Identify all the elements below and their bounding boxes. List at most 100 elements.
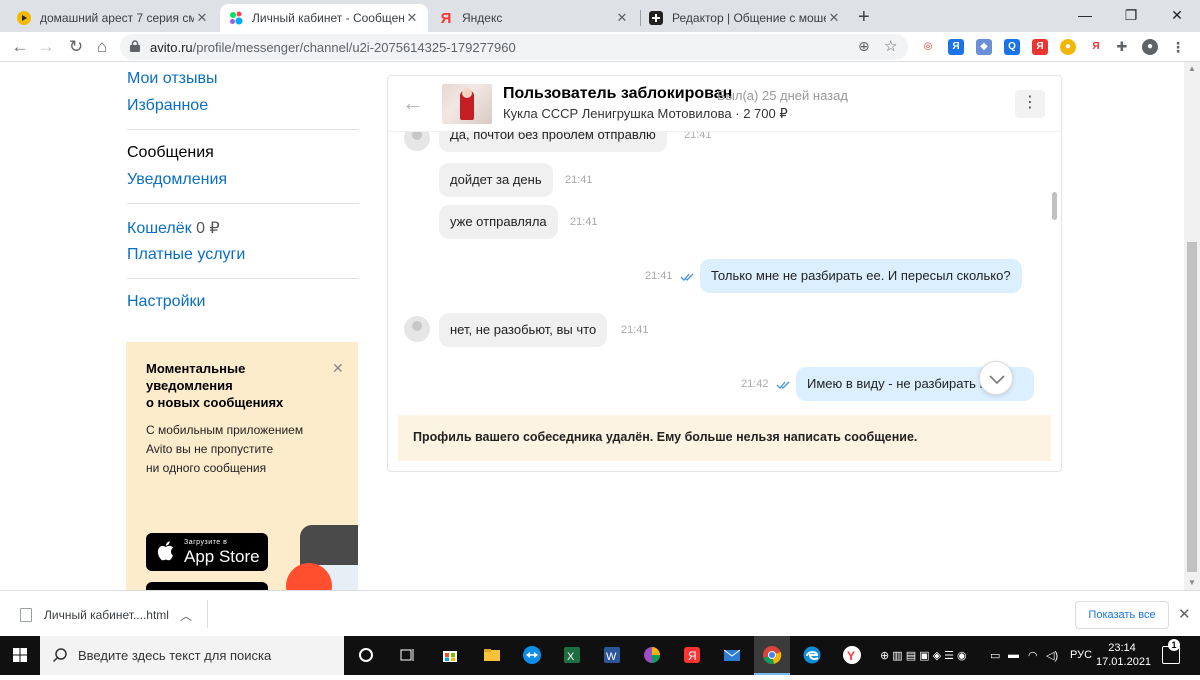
- chat-item-info[interactable]: Кукла СССР Ленигрушка Мотовилова · 2 700…: [503, 106, 788, 122]
- home-icon[interactable]: ⌂: [90, 35, 114, 59]
- blocked-profile-notice: Профиль вашего собеседника удалён. Ему б…: [398, 415, 1051, 461]
- language-indicator[interactable]: РУС: [1070, 649, 1092, 661]
- browser-menu-icon[interactable]: ⋮: [1170, 39, 1186, 55]
- message-time: 21:41: [621, 324, 649, 336]
- sidebar-item-paid-services[interactable]: Платные услуги: [127, 246, 245, 264]
- back-icon[interactable]: ←: [8, 35, 32, 59]
- new-tab-button[interactable]: +: [858, 6, 870, 29]
- bookmark-star-icon[interactable]: ☆: [884, 37, 897, 55]
- search-extension-icon[interactable]: Q: [1004, 39, 1020, 55]
- message-bubble-outgoing: Только мне не разбирать ее. И пересыл ск…: [700, 259, 1022, 293]
- teamviewer-icon[interactable]: [522, 645, 542, 665]
- yandex-mail-extension-icon[interactable]: Я: [1088, 39, 1104, 55]
- message-time: 21:41: [565, 174, 593, 186]
- item-price: 2 700 ₽: [743, 106, 788, 121]
- sidebar-item-wallet[interactable]: Кошелёк 0 ₽: [127, 218, 220, 238]
- tab-video[interactable]: домашний арест 7 серия смотр ✕: [8, 4, 218, 32]
- download-file-name[interactable]: Личный кабинет....html: [44, 608, 169, 622]
- network-icon[interactable]: ▭: [990, 649, 1000, 662]
- restore-icon[interactable]: ❐: [1108, 2, 1154, 30]
- extensions-puzzle-icon[interactable]: ✚: [1114, 39, 1130, 55]
- file-explorer-icon[interactable]: [482, 645, 502, 665]
- sidebar-item-settings[interactable]: Настройки: [127, 293, 205, 311]
- app-store-button[interactable]: Загрузите в App Store: [146, 533, 268, 571]
- back-arrow-icon[interactable]: ←: [402, 90, 424, 116]
- sidebar-item-notifications[interactable]: Уведомления: [127, 171, 227, 189]
- close-tab-icon[interactable]: ✕: [614, 10, 630, 26]
- forward-icon[interactable]: →: [34, 35, 58, 59]
- sidebar-item-reviews[interactable]: Мои отзывы: [127, 70, 218, 88]
- minimize-icon[interactable]: —: [1062, 2, 1108, 30]
- tab-avito-messages[interactable]: Личный кабинет - Сообщения · ✕: [220, 4, 428, 32]
- store-icon[interactable]: [440, 645, 460, 665]
- close-tab-icon[interactable]: ✕: [404, 10, 420, 26]
- google-play-button[interactable]: [146, 582, 268, 590]
- volume-icon[interactable]: ◁): [1046, 649, 1058, 662]
- yandex-browser-icon[interactable]: Я: [682, 645, 702, 665]
- sidebar-divider: [127, 278, 359, 279]
- chevron-up-icon[interactable]: ︿: [180, 607, 192, 624]
- close-promo-icon[interactable]: ✕: [332, 360, 344, 377]
- chat-scrollbar[interactable]: [1052, 192, 1057, 220]
- message-bubble-incoming: уже отправляла: [439, 205, 558, 239]
- tray-icons[interactable]: ⊕ ▥ ▤ ▣ ◈ ☰ ◉: [880, 649, 967, 662]
- sidebar-divider: [127, 129, 359, 130]
- clock-time: 23:14: [1108, 642, 1136, 654]
- yandex-icon[interactable]: Y: [842, 645, 862, 665]
- word-icon[interactable]: W: [602, 645, 622, 665]
- profile-avatar-icon[interactable]: ●: [1142, 39, 1158, 55]
- close-tab-icon[interactable]: ✕: [194, 10, 210, 26]
- svg-text:Я: Я: [688, 649, 697, 663]
- taskbar-clock[interactable]: 23:14 17.01.2021: [1096, 641, 1151, 669]
- close-tab-icon[interactable]: ✕: [826, 10, 842, 26]
- tab-editor[interactable]: Редактор | Общение с мошенни ✕: [640, 4, 850, 32]
- chat-user-name[interactable]: Пользователь заблокирован: [503, 85, 732, 103]
- wallet-label: Кошелёк: [127, 220, 192, 237]
- wifi-icon[interactable]: ◠: [1028, 649, 1038, 662]
- start-button[interactable]: [0, 636, 40, 675]
- target-extension-icon[interactable]: ◎: [920, 39, 936, 55]
- mail-icon[interactable]: [722, 645, 742, 665]
- chrome-icon[interactable]: [762, 645, 782, 665]
- color-extension-icon[interactable]: ●: [1060, 39, 1076, 55]
- bookmark-extension-icon[interactable]: Я: [948, 39, 964, 55]
- app-store-small-label: Загрузите в: [184, 539, 228, 546]
- yandex-extension-icon[interactable]: Я: [1032, 39, 1048, 55]
- scroll-down-arrow-icon[interactable]: ▼: [1188, 578, 1196, 587]
- puzzle-blue-extension-icon[interactable]: ◆: [976, 39, 992, 55]
- page-scrollbar-thumb[interactable]: [1187, 242, 1197, 572]
- promo-text: С мобильным приложением Avito вы не проп…: [146, 421, 326, 478]
- close-downloads-icon[interactable]: ✕: [1178, 605, 1191, 623]
- battery-icon[interactable]: ▬: [1008, 649, 1019, 661]
- picasa-icon[interactable]: [642, 645, 662, 665]
- close-window-icon[interactable]: ✕: [1154, 2, 1200, 30]
- taskbar-search[interactable]: Введите здесь текст для поиска: [40, 636, 344, 675]
- promo-title-line: уведомления: [146, 378, 233, 393]
- chat-menu-icon[interactable]: ⋮: [1015, 90, 1045, 118]
- reload-icon[interactable]: ↻: [64, 35, 88, 59]
- yandex-logo-icon: Я: [440, 9, 452, 27]
- edge-icon[interactable]: [802, 645, 822, 665]
- item-thumbnail[interactable]: [442, 84, 492, 124]
- last-seen-status: Был(а) 25 дней назад: [717, 88, 848, 103]
- promo-text-line: Avito вы не пропустите: [146, 442, 274, 456]
- tab-title: домашний арест 7 серия смотр: [40, 11, 194, 25]
- svg-text:Y: Y: [847, 649, 855, 663]
- excel-icon[interactable]: X: [562, 645, 582, 665]
- cortana-icon[interactable]: [356, 645, 376, 665]
- page-scrollbar[interactable]: ▲ ▼: [1184, 62, 1200, 590]
- scroll-down-button[interactable]: [979, 361, 1013, 395]
- tab-yandex[interactable]: Я Яндекс ✕: [430, 4, 638, 32]
- show-all-button[interactable]: Показать все: [1075, 601, 1169, 629]
- promo-text-line: С мобильным приложением: [146, 423, 304, 437]
- address-bar[interactable]: avito.ru/profile/messenger/channel/u2i-2…: [120, 34, 908, 60]
- sidebar-item-messages[interactable]: Сообщения: [127, 144, 214, 162]
- task-view-icon[interactable]: [398, 645, 418, 665]
- avito-logo-icon: [228, 10, 244, 26]
- message-bubble-incoming: дойдет за день: [439, 163, 553, 197]
- sidebar-item-favorites[interactable]: Избранное: [127, 97, 208, 115]
- page-content: Мои отзывы Избранное Сообщения Уведомлен…: [0, 62, 1184, 590]
- scroll-up-arrow-icon[interactable]: ▲: [1188, 64, 1196, 73]
- double-check-icon: [776, 381, 790, 389]
- zoom-icon[interactable]: ⊕: [858, 38, 870, 55]
